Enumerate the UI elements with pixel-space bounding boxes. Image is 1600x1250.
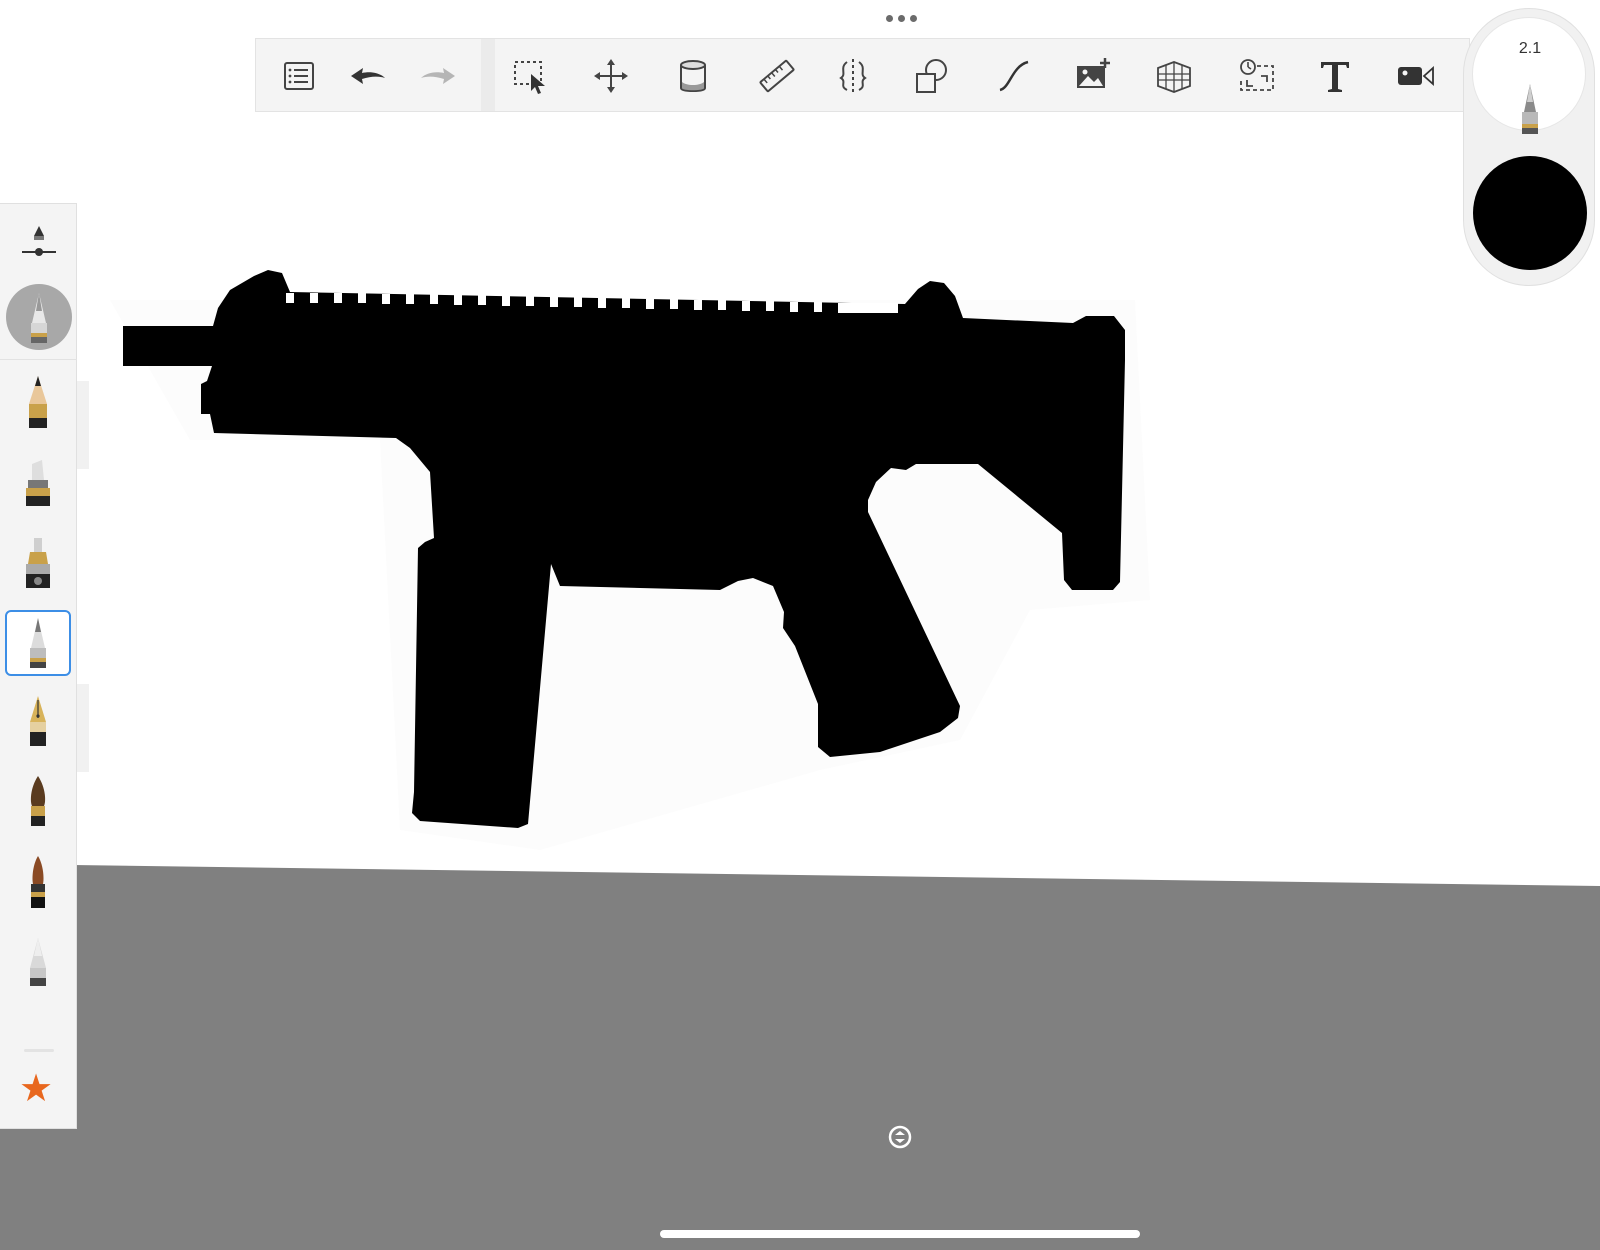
smudge-brush[interactable] xyxy=(5,930,71,996)
canvas-rotate-icon[interactable] xyxy=(887,1124,913,1150)
handle-dot xyxy=(885,14,893,22)
technical-pen-icon xyxy=(30,618,46,668)
redo-icon xyxy=(421,68,455,84)
marker-icon xyxy=(26,460,50,506)
symmetry-button[interactable] xyxy=(828,51,878,101)
shapes-icon xyxy=(916,59,947,93)
paint-bucket-icon xyxy=(680,60,706,92)
current-brush-indicator[interactable] xyxy=(6,284,72,350)
canvas-drawing[interactable] xyxy=(0,0,1600,1250)
color-swatch[interactable] xyxy=(1473,156,1587,270)
technical-pen-icon xyxy=(31,293,47,343)
toolbar-drag-handle[interactable] xyxy=(884,12,918,24)
record-button[interactable] xyxy=(1390,51,1440,101)
main-toolbar xyxy=(255,38,1470,112)
curve-icon xyxy=(999,60,1029,92)
pencil-icon xyxy=(29,376,47,428)
palette-scroll-edge xyxy=(24,1049,54,1052)
timelapse-button[interactable] xyxy=(1232,51,1282,101)
undo-icon xyxy=(351,68,385,84)
fountain-pen-icon xyxy=(30,696,46,746)
add-image-icon xyxy=(1077,58,1110,88)
brush-palette: ★ xyxy=(0,203,89,1129)
ruler-icon xyxy=(759,59,795,93)
airbrush-icon xyxy=(26,538,50,588)
text-button[interactable] xyxy=(1310,51,1360,101)
handle-dot xyxy=(897,14,905,22)
handle-dot xyxy=(909,14,917,22)
ruler-button[interactable] xyxy=(752,51,802,101)
list-icon xyxy=(284,62,314,90)
perspective-button[interactable] xyxy=(1149,51,1199,101)
app-screen: 2.1 ★ xyxy=(0,0,1600,1250)
add-image-button[interactable] xyxy=(1068,51,1118,101)
shapes-button[interactable] xyxy=(906,51,956,101)
smudge-icon xyxy=(30,938,46,986)
selection-button[interactable] xyxy=(506,51,556,101)
paint-brush-icon xyxy=(30,776,46,826)
timelapse-icon xyxy=(1240,59,1274,91)
transform-button[interactable] xyxy=(586,51,636,101)
airbrush-brush[interactable] xyxy=(5,530,71,596)
fountain-pen-brush[interactable] xyxy=(5,690,71,756)
palette-side-tab[interactable] xyxy=(77,684,89,772)
brush-puck: 2.1 xyxy=(1463,8,1595,286)
technical-pen-brush[interactable] xyxy=(5,610,71,676)
paint-brush[interactable] xyxy=(5,770,71,836)
star-icon[interactable]: ★ xyxy=(19,1070,53,1108)
text-icon xyxy=(1321,62,1349,92)
video-icon xyxy=(1398,65,1434,87)
home-indicator[interactable] xyxy=(660,1230,1140,1238)
toolbar-divider xyxy=(481,39,495,111)
selection-icon xyxy=(514,61,545,94)
palette-side-tab[interactable] xyxy=(77,381,89,469)
palette-separator xyxy=(0,359,77,360)
marker-brush[interactable] xyxy=(5,450,71,516)
undo-button[interactable] xyxy=(342,51,392,101)
fill-button[interactable] xyxy=(668,51,718,101)
technical-pen-icon xyxy=(1522,84,1538,134)
move-icon xyxy=(594,59,628,93)
ink-brush-icon xyxy=(31,856,45,908)
brushes-list-button[interactable] xyxy=(274,51,324,101)
pencil-brush[interactable] xyxy=(5,370,71,436)
brush-size-label: 2.1 xyxy=(1518,40,1542,57)
curve-button[interactable] xyxy=(989,51,1039,101)
perspective-grid-icon xyxy=(1157,61,1191,93)
brush-size-puck[interactable]: 2.1 xyxy=(1472,17,1586,134)
opacity-slider-icon[interactable] xyxy=(18,222,60,264)
symmetry-icon xyxy=(839,59,867,93)
ink-brush[interactable] xyxy=(5,850,71,916)
redo-button[interactable] xyxy=(414,51,464,101)
